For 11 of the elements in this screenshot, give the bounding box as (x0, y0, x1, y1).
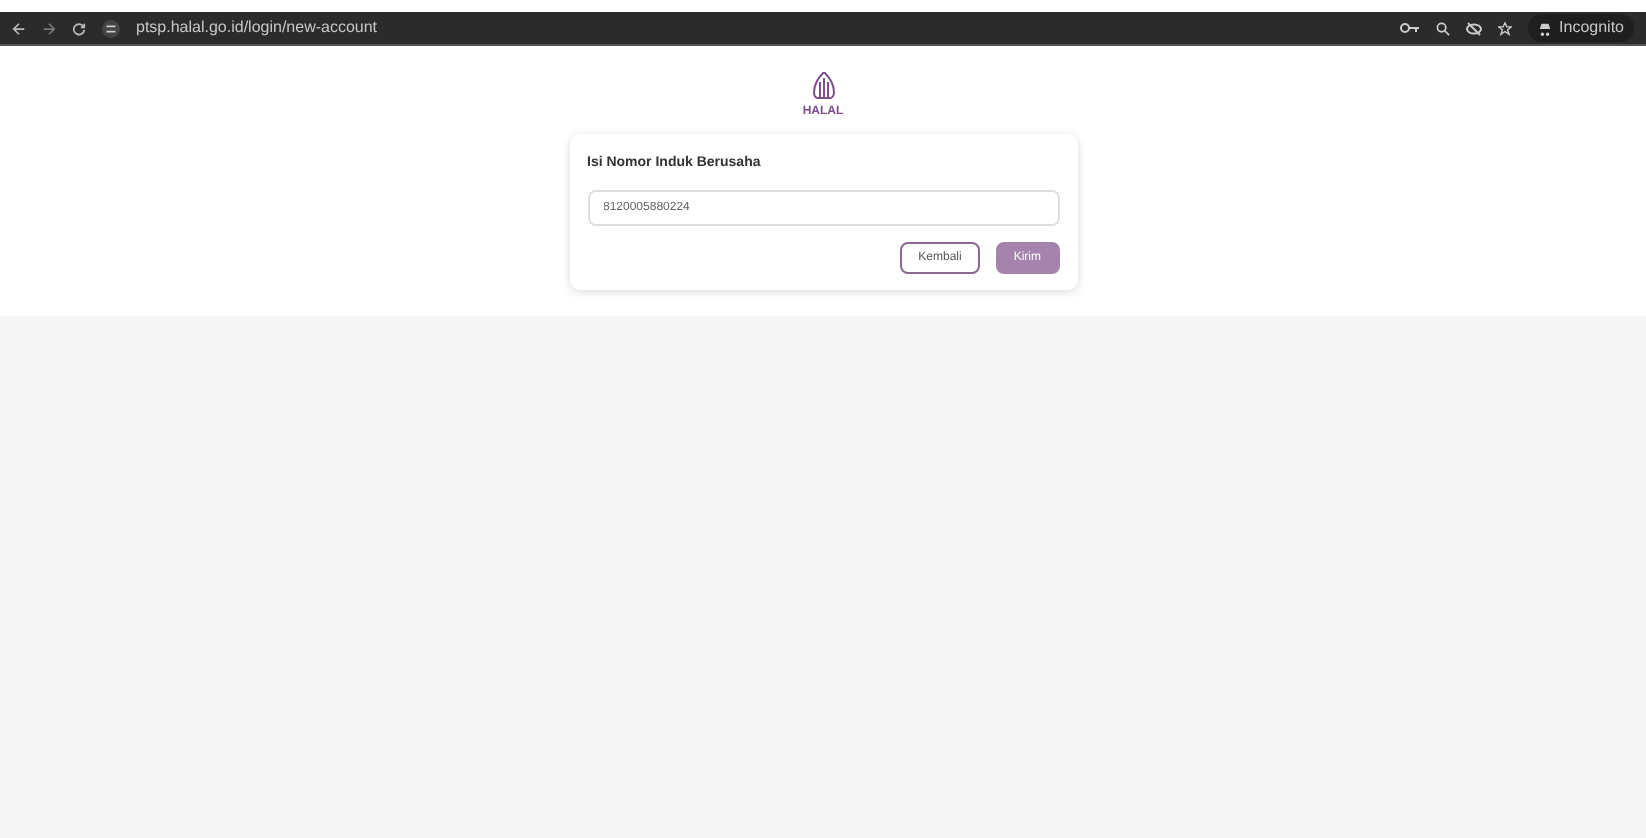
url-text[interactable]: ptsp.halal.go.id/login/new-account (136, 16, 378, 40)
reload-icon[interactable] (72, 21, 86, 35)
star-icon[interactable] (1497, 21, 1512, 35)
profile-label: Incognito (1559, 16, 1624, 40)
incognito-badge[interactable]: Incognito (1527, 14, 1634, 42)
back-icon[interactable] (12, 21, 26, 35)
key-icon[interactable] (1399, 22, 1420, 34)
eye-slash-icon[interactable] (1465, 21, 1482, 35)
forward-icon[interactable] (42, 21, 56, 35)
zoom-icon[interactable] (1435, 21, 1450, 35)
logo-icon (811, 72, 835, 104)
